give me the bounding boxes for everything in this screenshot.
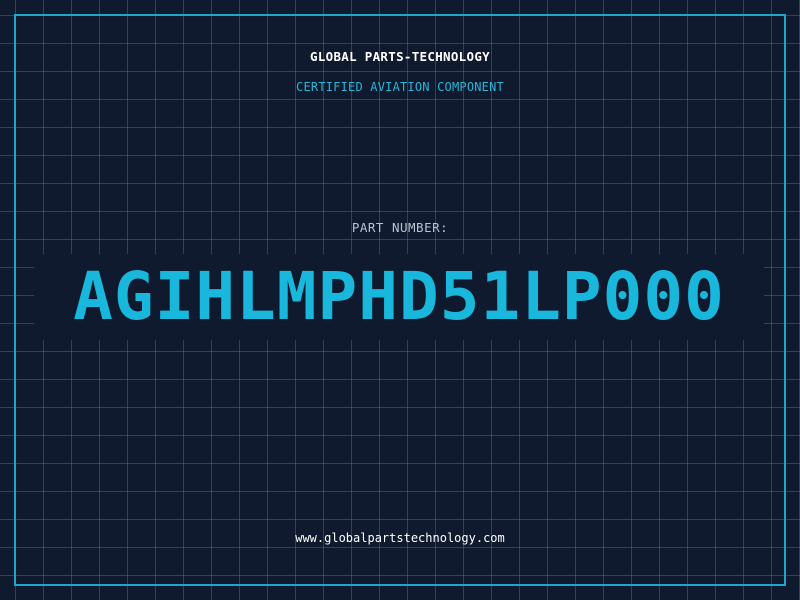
certification-subtitle: CERTIFIED AVIATION COMPONENT bbox=[296, 80, 504, 94]
website-url: www.globalpartstechnology.com bbox=[295, 531, 505, 545]
label-card: GLOBAL PARTS-TECHNOLOGY CERTIFIED AVIATI… bbox=[0, 0, 800, 600]
part-number-value: AGIHLMPHD51LP000 bbox=[73, 258, 725, 335]
part-number-panel: AGIHLMPHD51LP000 bbox=[34, 254, 764, 340]
part-number-label: PART NUMBER: bbox=[351, 220, 449, 235]
company-name: GLOBAL PARTS-TECHNOLOGY bbox=[310, 49, 490, 64]
